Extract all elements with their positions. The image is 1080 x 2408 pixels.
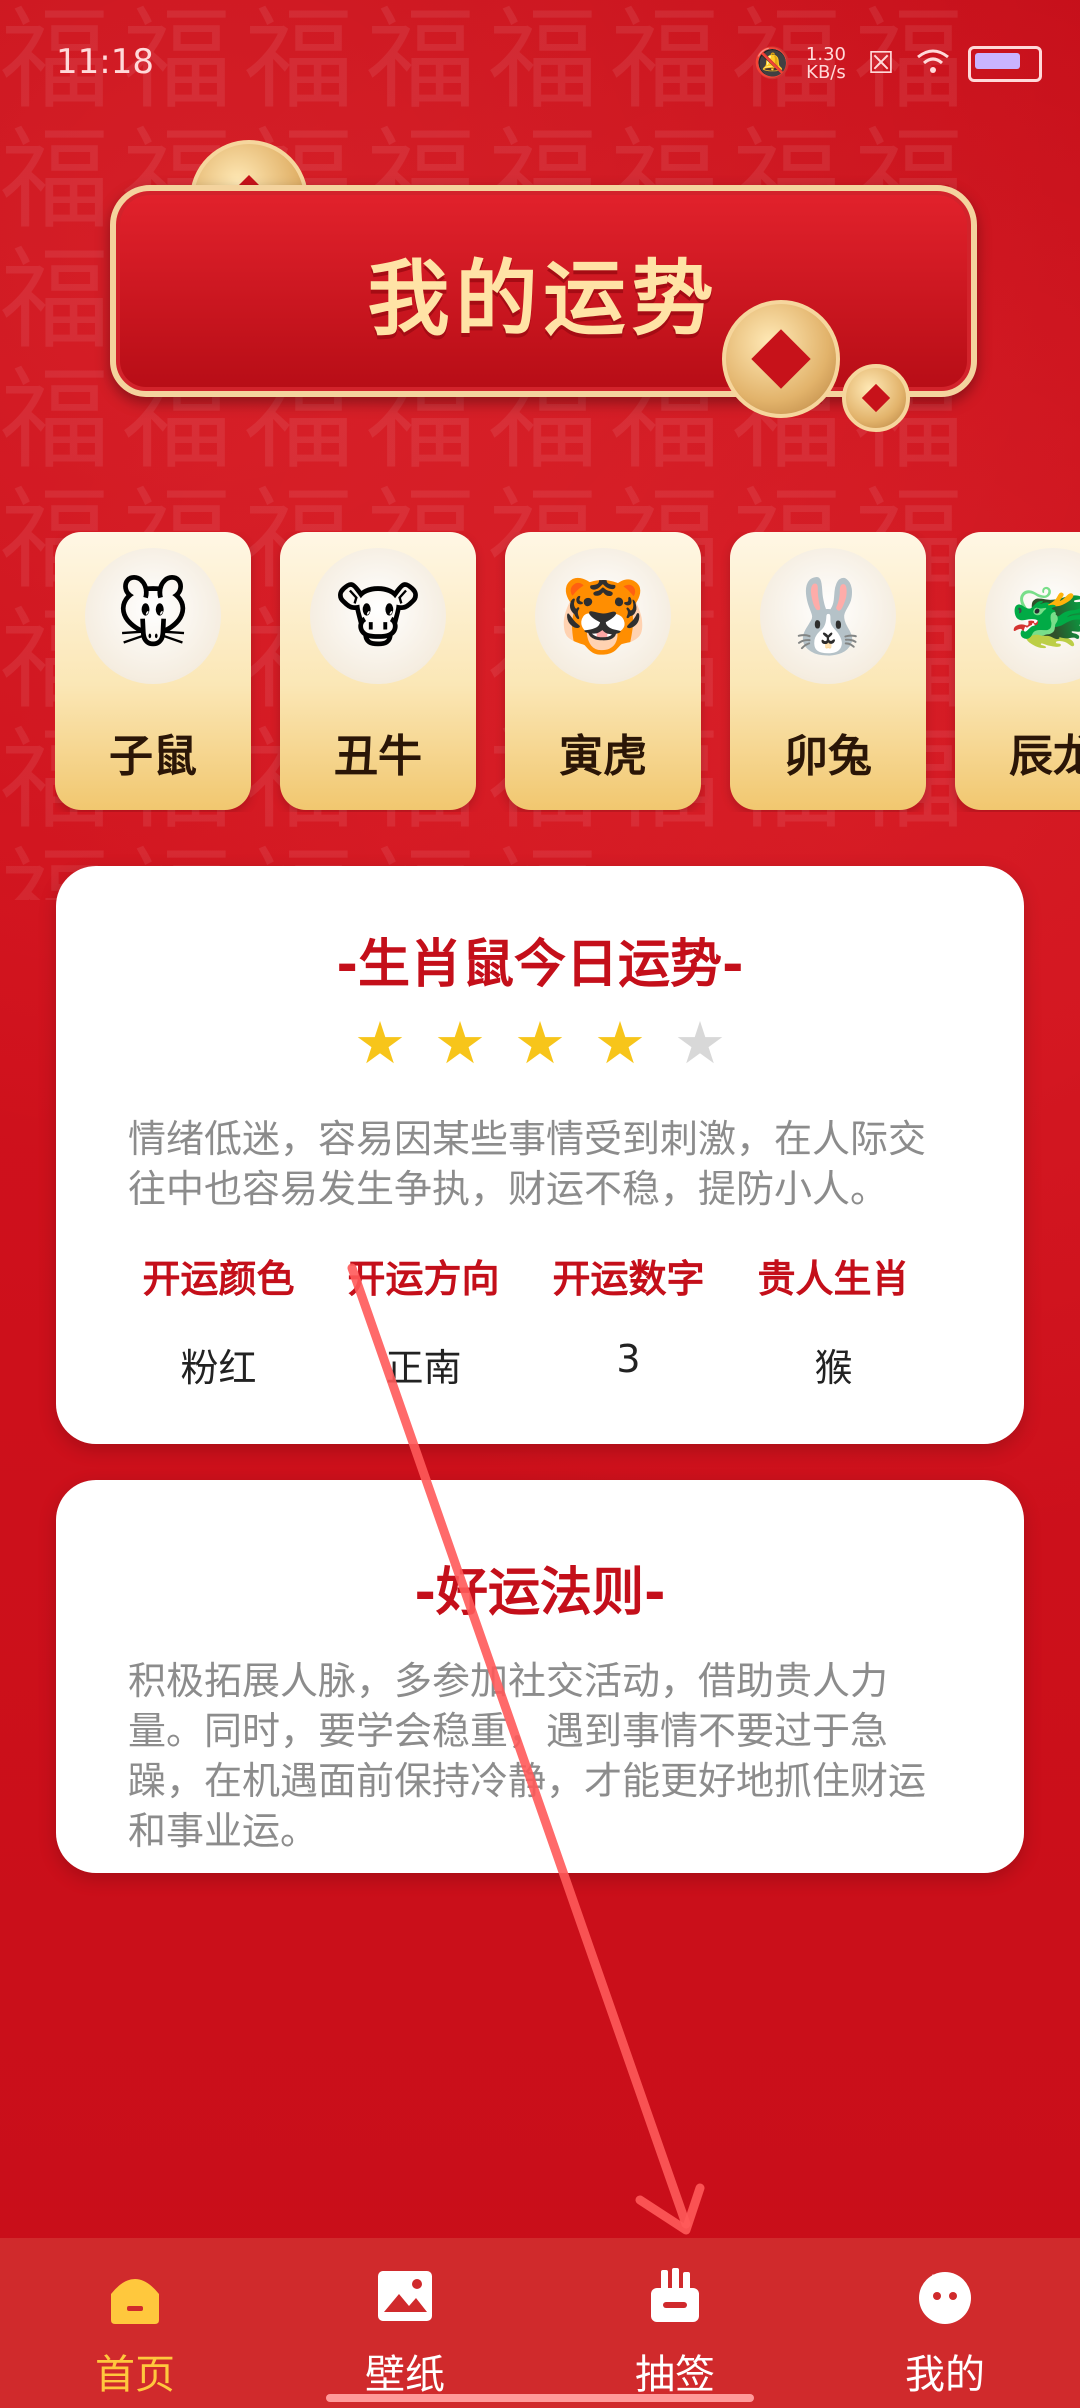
- star-icon: ★: [354, 1009, 406, 1077]
- zodiac-name: 子鼠: [109, 731, 197, 782]
- rules-card: -好运法则- 积极拓展人脉，多参加社交活动，借助贵人力量。同时，要学会稳重，遇到…: [56, 1480, 1024, 1873]
- network-speed: 1.30 KB/s: [805, 44, 846, 83]
- image-icon: [375, 2268, 435, 2324]
- rat-avatar-icon: 🐭: [85, 548, 221, 684]
- ox-avatar-icon: 🐮: [310, 548, 446, 684]
- zodiac-selector[interactable]: 🐭 子鼠 🐮 丑牛 🐯 寅虎 🐰 卯兔 🐲 辰龙: [55, 532, 1080, 812]
- star-empty-icon: ★: [674, 1009, 726, 1077]
- lucky-direction: 开运方向 正南: [321, 1248, 526, 1392]
- header-banner: 我的运势: [110, 185, 977, 397]
- notification-icon: ☒: [867, 46, 895, 81]
- lucky-number: 开运数字 3: [526, 1248, 731, 1381]
- lucky-value: 3: [616, 1337, 641, 1381]
- lucky-value: 猴: [814, 1346, 853, 1390]
- home-icon: [105, 2268, 165, 2324]
- zodiac-card-dragon[interactable]: 🐲 辰龙: [955, 532, 1080, 810]
- fortune-card: -生肖鼠今日运势- ★ ★ ★ ★ ★ 情绪低迷，容易因某些事情受到刺激，在人际…: [56, 866, 1024, 1444]
- page-title: 我的运势: [367, 251, 720, 347]
- zodiac-name: 寅虎: [559, 731, 647, 782]
- dragon-avatar-icon: 🐲: [985, 548, 1080, 684]
- zodiac-name: 丑牛: [334, 731, 422, 782]
- rules-text: 积极拓展人脉，多参加社交活动，借助贵人力量。同时，要学会稳重，遇到事情不要过于急…: [128, 1659, 927, 1853]
- star-icon: ★: [594, 1009, 646, 1077]
- battery-icon: [968, 46, 1042, 82]
- lucky-label: 开运颜色: [142, 1257, 295, 1301]
- status-time: 11:18: [56, 42, 154, 82]
- lucky-value: 正南: [385, 1346, 462, 1390]
- nav-label: 首页: [95, 2352, 175, 2398]
- nav-profile[interactable]: 我的: [855, 2268, 1035, 2400]
- zodiac-card-rat[interactable]: 🐭 子鼠: [55, 532, 251, 810]
- zodiac-card-ox[interactable]: 🐮 丑牛: [280, 532, 476, 810]
- status-icons: 🔕 1.30 KB/s ☒: [754, 46, 1042, 82]
- star-icon: ★: [514, 1009, 566, 1077]
- lucky-label: 贵人生肖: [757, 1257, 910, 1301]
- rules-title: -好运法则-: [414, 1563, 666, 1623]
- lucky-value: 粉红: [180, 1346, 257, 1390]
- zodiac-card-tiger[interactable]: 🐯 寅虎: [505, 532, 701, 810]
- status-bar: 11:18 🔕 1.30 KB/s ☒: [0, 30, 1080, 94]
- home-indicator: [326, 2394, 754, 2402]
- zodiac-card-rabbit[interactable]: 🐰 卯兔: [730, 532, 926, 810]
- wifi-icon: [916, 47, 950, 81]
- zodiac-name: 卯兔: [784, 731, 872, 782]
- lottery-icon: [645, 2268, 705, 2324]
- fortune-title: -生肖鼠今日运势-: [336, 935, 744, 995]
- tiger-avatar-icon: 🐯: [535, 548, 671, 684]
- lucky-color: 开运颜色 粉红: [116, 1248, 321, 1392]
- star-icon: ★: [434, 1009, 486, 1077]
- decorative-coin-small: [842, 364, 910, 432]
- rating-stars: ★ ★ ★ ★ ★: [56, 1014, 1024, 1072]
- nav-label: 壁纸: [365, 2352, 445, 2398]
- lucky-label: 开运方向: [347, 1257, 500, 1301]
- lucky-label: 开运数字: [552, 1257, 705, 1301]
- bottom-nav: 首页 壁纸 抽签 我的: [0, 2238, 1080, 2408]
- nav-lottery[interactable]: 抽签: [585, 2268, 765, 2400]
- nav-label: 我的: [905, 2352, 985, 2398]
- mute-icon: 🔕: [753, 46, 792, 81]
- profile-icon: [915, 2268, 975, 2324]
- decorative-coin-large: [722, 300, 840, 418]
- lucky-zodiac: 贵人生肖 猴: [731, 1248, 936, 1392]
- rabbit-avatar-icon: 🐰: [760, 548, 896, 684]
- fortune-description: 情绪低迷，容易因某些事情受到刺激，在人际交往中也容易发生争执，财运不稳，提防小人…: [128, 1117, 927, 1211]
- zodiac-name: 辰龙: [1009, 731, 1080, 782]
- nav-label: 抽签: [635, 2352, 715, 2398]
- nav-home[interactable]: 首页: [45, 2268, 225, 2400]
- nav-wallpaper[interactable]: 壁纸: [315, 2268, 495, 2400]
